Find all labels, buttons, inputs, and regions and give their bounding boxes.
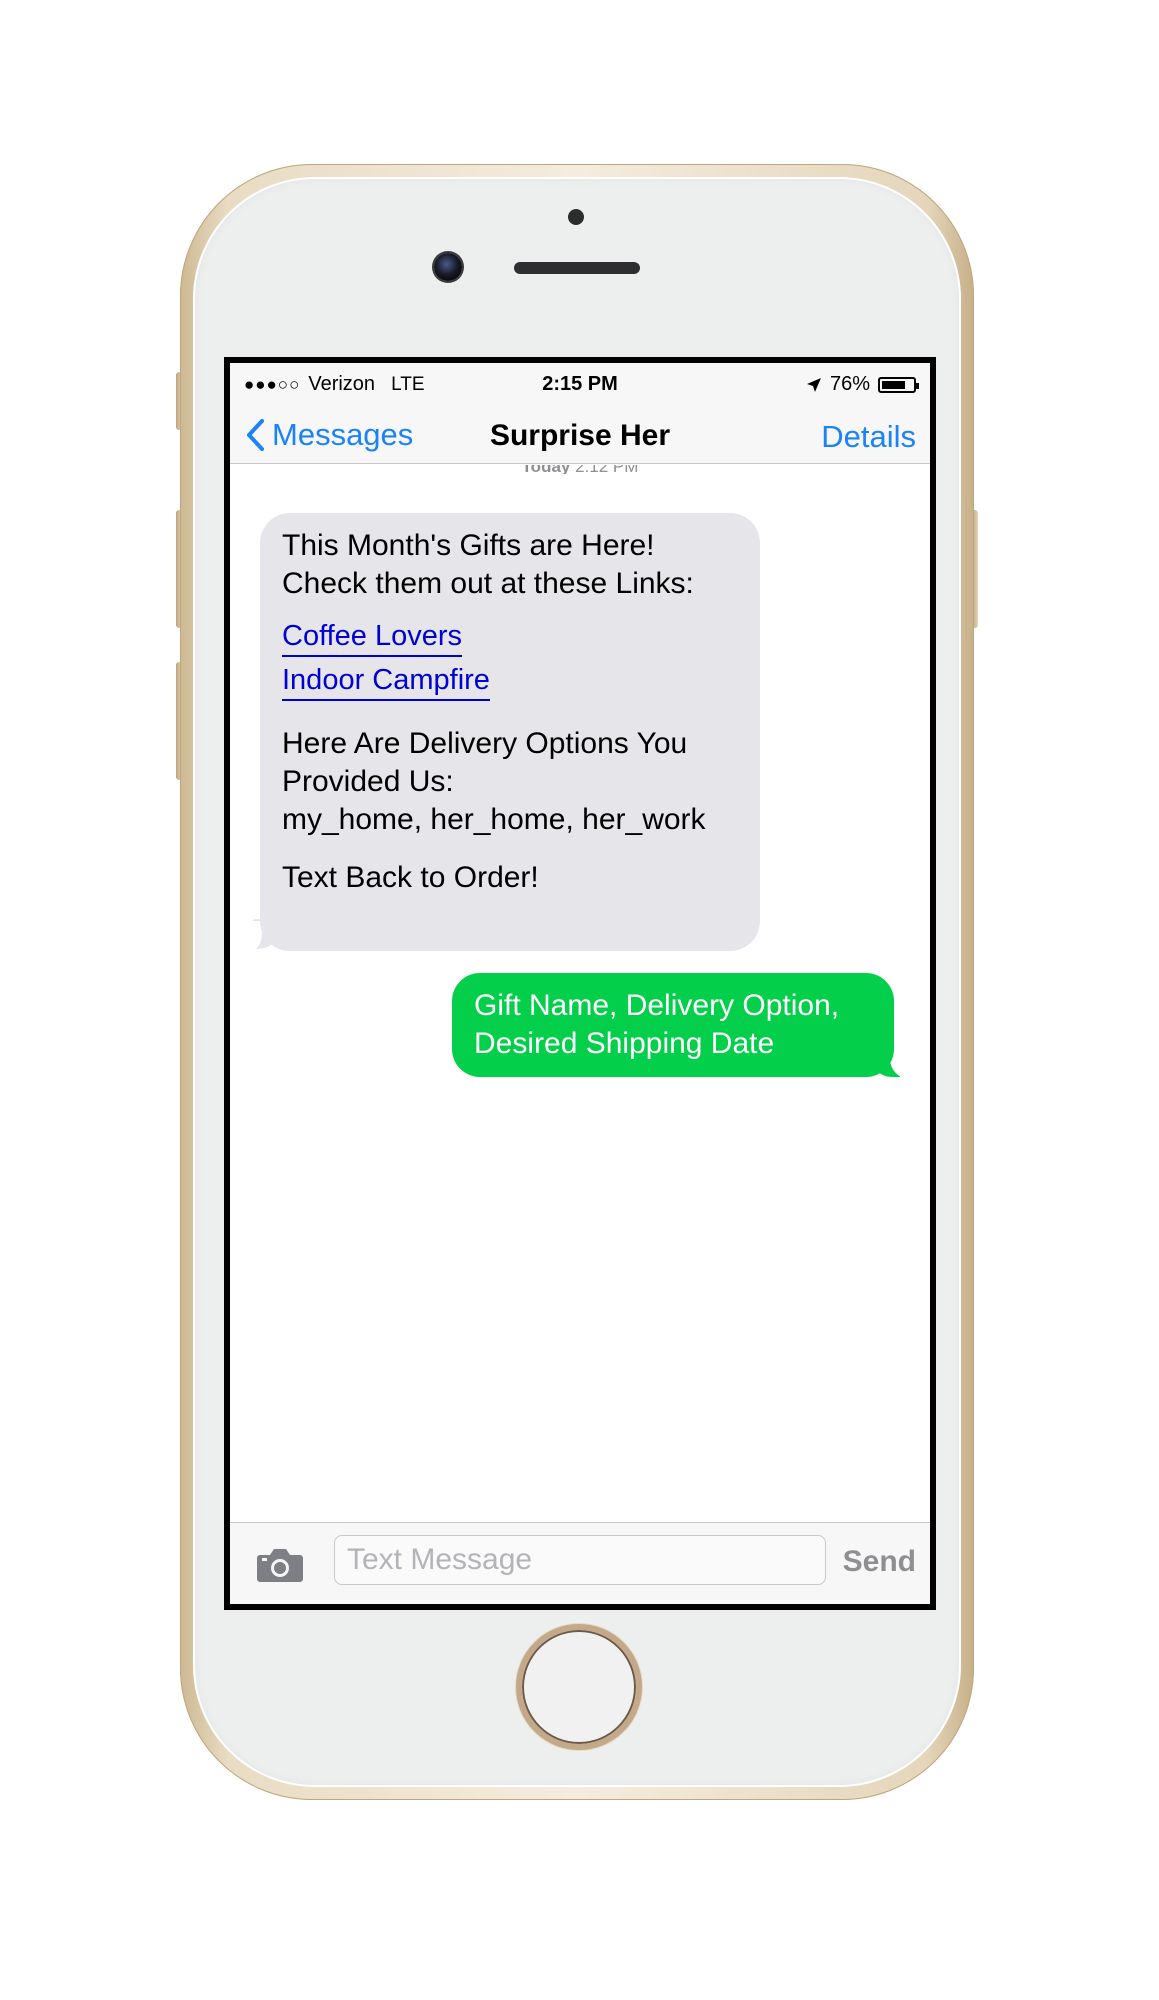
message-line: Desired Shipping Date bbox=[474, 1027, 775, 1060]
battery-fill bbox=[882, 380, 905, 389]
battery-percent: 76% bbox=[829, 373, 870, 395]
message-line: Text Back to Order! bbox=[282, 861, 539, 894]
message-line: Here Are Delivery Options You bbox=[282, 727, 688, 760]
details-button[interactable]: Details bbox=[821, 419, 916, 455]
stage: ●●●○○ Verizon LTE 2:15 PM 76% Messages S… bbox=[0, 0, 1159, 2000]
link-coffee-lovers[interactable]: Coffee Lovers bbox=[282, 618, 463, 657]
outgoing-message-bubble: Gift Name, Delivery Option, Desired Ship… bbox=[452, 973, 894, 1077]
status-bar: ●●●○○ Verizon LTE 2:15 PM 76% bbox=[230, 363, 930, 403]
message-line: my_home, her_home, her_work bbox=[282, 803, 706, 836]
message-timestamp: Today 2:12 PM bbox=[230, 465, 930, 474]
incoming-message-bubble: This Month's Gifts are Here! Check them … bbox=[260, 513, 760, 951]
battery-icon bbox=[878, 376, 919, 393]
status-right: 76% bbox=[806, 373, 919, 396]
message-line: Provided Us: bbox=[282, 765, 454, 798]
earpiece-speaker bbox=[514, 262, 640, 274]
timestamp-time: 2:12 PM bbox=[575, 465, 638, 474]
message-composer: Send bbox=[230, 1522, 930, 1604]
message-line: This Month's Gifts are Here! bbox=[282, 529, 655, 562]
link-indoor-campfire[interactable]: Indoor Campfire bbox=[282, 662, 490, 701]
home-button[interactable] bbox=[516, 1624, 642, 1750]
message-line: Check them out at these Links: bbox=[282, 567, 694, 600]
front-camera bbox=[434, 253, 462, 281]
send-button[interactable]: Send bbox=[843, 1545, 916, 1579]
navigation-bar: Messages Surprise Her Details bbox=[230, 403, 930, 464]
message-line: Gift Name, Delivery Option, bbox=[474, 989, 840, 1022]
message-input[interactable] bbox=[334, 1535, 826, 1585]
phone-screen: ●●●○○ Verizon LTE 2:15 PM 76% Messages S… bbox=[224, 357, 936, 1610]
timestamp-day: Today bbox=[522, 465, 571, 474]
camera-icon[interactable] bbox=[256, 1547, 304, 1583]
proximity-sensor bbox=[568, 209, 584, 225]
location-arrow-icon bbox=[806, 377, 821, 392]
incoming-bubble-tail-mask bbox=[234, 921, 262, 955]
